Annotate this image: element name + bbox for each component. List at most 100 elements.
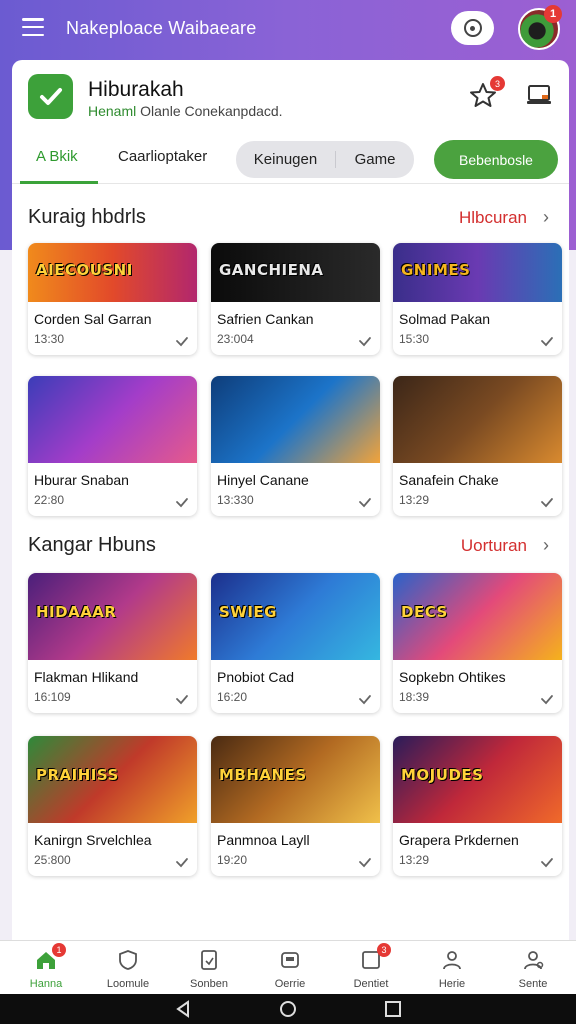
active-tab-indicator — [20, 181, 98, 184]
system-navigation-bar — [0, 994, 576, 1024]
nav-badge: 1 — [52, 943, 66, 957]
game-time: 13:330 — [217, 493, 254, 507]
thumbnail-banner-text: MOJUDES — [401, 766, 484, 784]
like-icon[interactable] — [175, 334, 189, 348]
tab-primary[interactable]: A Bkik — [36, 148, 78, 165]
chevron-right-icon[interactable]: › — [543, 207, 549, 228]
game-thumbnail: GANCHIENA — [211, 243, 380, 302]
game-tile[interactable]: GNIMES Solmad Pakan 15:30 — [393, 243, 562, 355]
thumbnail-banner-text: GANCHIENA — [219, 261, 324, 279]
game-thumbnail: DECS — [393, 573, 562, 660]
game-title: Panmnoa Layll — [217, 832, 310, 848]
like-icon[interactable] — [358, 855, 372, 869]
game-thumbnail: AIECOUSNI — [28, 243, 197, 302]
chevron-right-icon[interactable]: › — [543, 535, 549, 556]
app-logo — [28, 74, 73, 119]
game-tile[interactable]: Hinyel Canane 13:330 — [211, 376, 380, 516]
like-icon[interactable] — [175, 495, 189, 509]
game-time: 13:29 — [399, 493, 430, 507]
nav-item[interactable]: Oerrie — [250, 941, 330, 995]
nav-label: Oerrie — [274, 978, 306, 990]
game-tile[interactable]: DECS Sopkebn Ohtikes 18:39 — [393, 573, 562, 713]
monitor-icon[interactable] — [526, 84, 552, 106]
primary-action-button[interactable]: Bebenbosle — [434, 140, 558, 179]
game-tile[interactable]: GANCHIENA Safrien Cankan 23:004 — [211, 243, 380, 355]
game-tile[interactable]: AIECOUSNI Corden Sal Garran 13:30 — [28, 243, 197, 355]
nav-badge: 3 — [377, 943, 391, 957]
game-title: Solmad Pakan — [399, 311, 491, 327]
thumbnail-banner-text: AIECOUSNI — [36, 261, 133, 279]
document-icon — [201, 950, 217, 970]
app-subtitle-text: Olanle Conekanpdacd. — [140, 103, 283, 119]
game-title: Sopkebn Ohtikes — [399, 669, 506, 685]
main-card: Hiburakah Henaml Olanle Conekanpdacd. 3 … — [12, 60, 569, 1020]
section-title: Kuraig hbdrls — [28, 206, 146, 228]
app-name: Hiburakah — [88, 78, 184, 101]
game-thumbnail: GNIMES — [393, 243, 562, 302]
nav-item[interactable]: Dentiet 3 — [331, 941, 411, 995]
user-settings-icon — [524, 951, 544, 970]
game-time: 16:109 — [34, 690, 71, 704]
section-title: Kangar Hbuns — [28, 534, 156, 556]
like-icon[interactable] — [175, 692, 189, 706]
game-thumbnail — [393, 376, 562, 463]
segment-option-1[interactable]: Keinugen — [236, 151, 336, 168]
game-time: 16:20 — [217, 690, 248, 704]
home-circle-icon[interactable] — [280, 1001, 296, 1017]
tab-secondary[interactable]: Caarlioptaker — [118, 148, 207, 165]
nav-label: Sente — [518, 978, 548, 990]
game-tile[interactable]: MOJUDES Grapera Prkdernen 13:29 — [393, 736, 562, 876]
like-icon[interactable] — [540, 855, 554, 869]
like-icon[interactable] — [175, 855, 189, 869]
game-title: Safrien Cankan — [217, 311, 314, 327]
section-see-all-link[interactable]: Uorturan — [461, 536, 527, 556]
like-icon[interactable] — [540, 495, 554, 509]
like-icon[interactable] — [540, 334, 554, 348]
game-time: 13:29 — [399, 853, 430, 867]
thumbnail-banner-text: PRAIHISS — [36, 766, 119, 784]
record-button[interactable] — [451, 11, 494, 45]
recents-icon[interactable] — [385, 1001, 401, 1017]
game-title: Flakman Hlikand — [34, 669, 139, 685]
game-time: 23:004 — [217, 332, 254, 346]
segment-option-game[interactable]: Game — [336, 151, 414, 168]
record-icon — [463, 19, 482, 37]
thumbnail-banner-text: HIDAAAR — [36, 603, 117, 621]
like-icon[interactable] — [358, 692, 372, 706]
menu-icon[interactable] — [22, 18, 44, 36]
game-thumbnail: HIDAAAR — [28, 573, 197, 660]
nav-item[interactable]: Sente — [493, 941, 573, 995]
game-title: Grapera Prkdernen — [399, 832, 519, 848]
avatar-notification-badge: 1 — [544, 5, 562, 23]
site-title: Nakeploace Waibaeare — [66, 18, 257, 38]
game-time: 19:20 — [217, 853, 248, 867]
game-title: Sanafein Chake — [399, 472, 499, 488]
back-icon[interactable] — [176, 1000, 189, 1018]
game-title: Hburar Snaban — [34, 472, 129, 488]
nav-item[interactable]: Herie — [412, 941, 492, 995]
thumbnail-banner-text: GNIMES — [401, 261, 471, 279]
like-icon[interactable] — [358, 495, 372, 509]
nav-label: Herie — [438, 978, 466, 990]
game-tile[interactable]: Hburar Snaban 22:80 — [28, 376, 197, 516]
nav-label: Hanna — [29, 978, 63, 990]
checkmark-icon — [39, 87, 62, 105]
nav-item[interactable]: Loomule — [88, 941, 168, 995]
game-tile[interactable]: SWIEG Pnobiot Cad 16:20 — [211, 573, 380, 713]
game-tile[interactable]: HIDAAAR Flakman Hlikand 16:109 — [28, 573, 197, 713]
nav-label: Sonben — [190, 978, 228, 990]
game-title: Pnobiot Cad — [217, 669, 295, 685]
game-tile[interactable]: Sanafein Chake 13:29 — [393, 376, 562, 516]
like-icon[interactable] — [358, 334, 372, 348]
app-header: Hiburakah Henaml Olanle Conekanpdacd. 3 … — [12, 60, 569, 184]
game-tile[interactable]: PRAIHISS Kanirgn Srvelchlea 25:800 — [28, 736, 197, 876]
section-see-all-link[interactable]: Hlbcuran — [459, 208, 527, 228]
game-thumbnail — [28, 376, 197, 463]
nav-item[interactable]: Sonben — [169, 941, 249, 995]
nav-item[interactable]: Hanna 1 — [6, 941, 86, 995]
game-time: 18:39 — [399, 690, 430, 704]
console-icon — [281, 952, 299, 968]
like-icon[interactable] — [540, 692, 554, 706]
game-tile[interactable]: MBHANES Panmnoa Layll 19:20 — [211, 736, 380, 876]
app-subtitle: Henaml Olanle Conekanpdacd. — [88, 103, 283, 119]
